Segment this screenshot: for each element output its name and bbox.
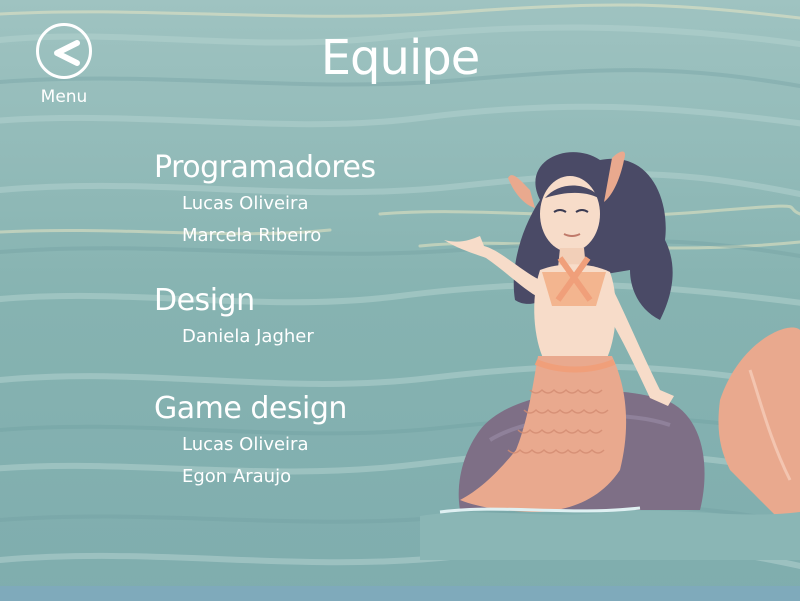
credits-section-programadores: Programadores Lucas Oliveira Marcela Rib… xyxy=(154,148,376,252)
team-member: Daniela Jagher xyxy=(182,326,314,347)
team-member: Marcela Ribeiro xyxy=(182,225,322,246)
mermaid-illustration xyxy=(420,151,800,560)
back-button-label[interactable]: Menu xyxy=(33,87,95,107)
section-heading: Design xyxy=(154,283,255,318)
page-title: Equipe xyxy=(320,30,481,86)
section-heading: Game design xyxy=(154,391,347,426)
mermaid-tail-fin xyxy=(718,327,800,540)
team-member: Lucas Oliveira xyxy=(182,193,309,214)
team-member: Lucas Oliveira xyxy=(182,434,309,455)
credits-section-design: Design Daniela Jagher xyxy=(154,281,314,353)
team-member: Egon Araujo xyxy=(182,466,292,487)
credits-section-game-design: Game design Lucas Oliveira Egon Araujo xyxy=(154,389,347,493)
section-heading: Programadores xyxy=(154,150,376,185)
credits-screen: Menu Equipe Programadores Lucas Oliveira… xyxy=(0,0,800,601)
